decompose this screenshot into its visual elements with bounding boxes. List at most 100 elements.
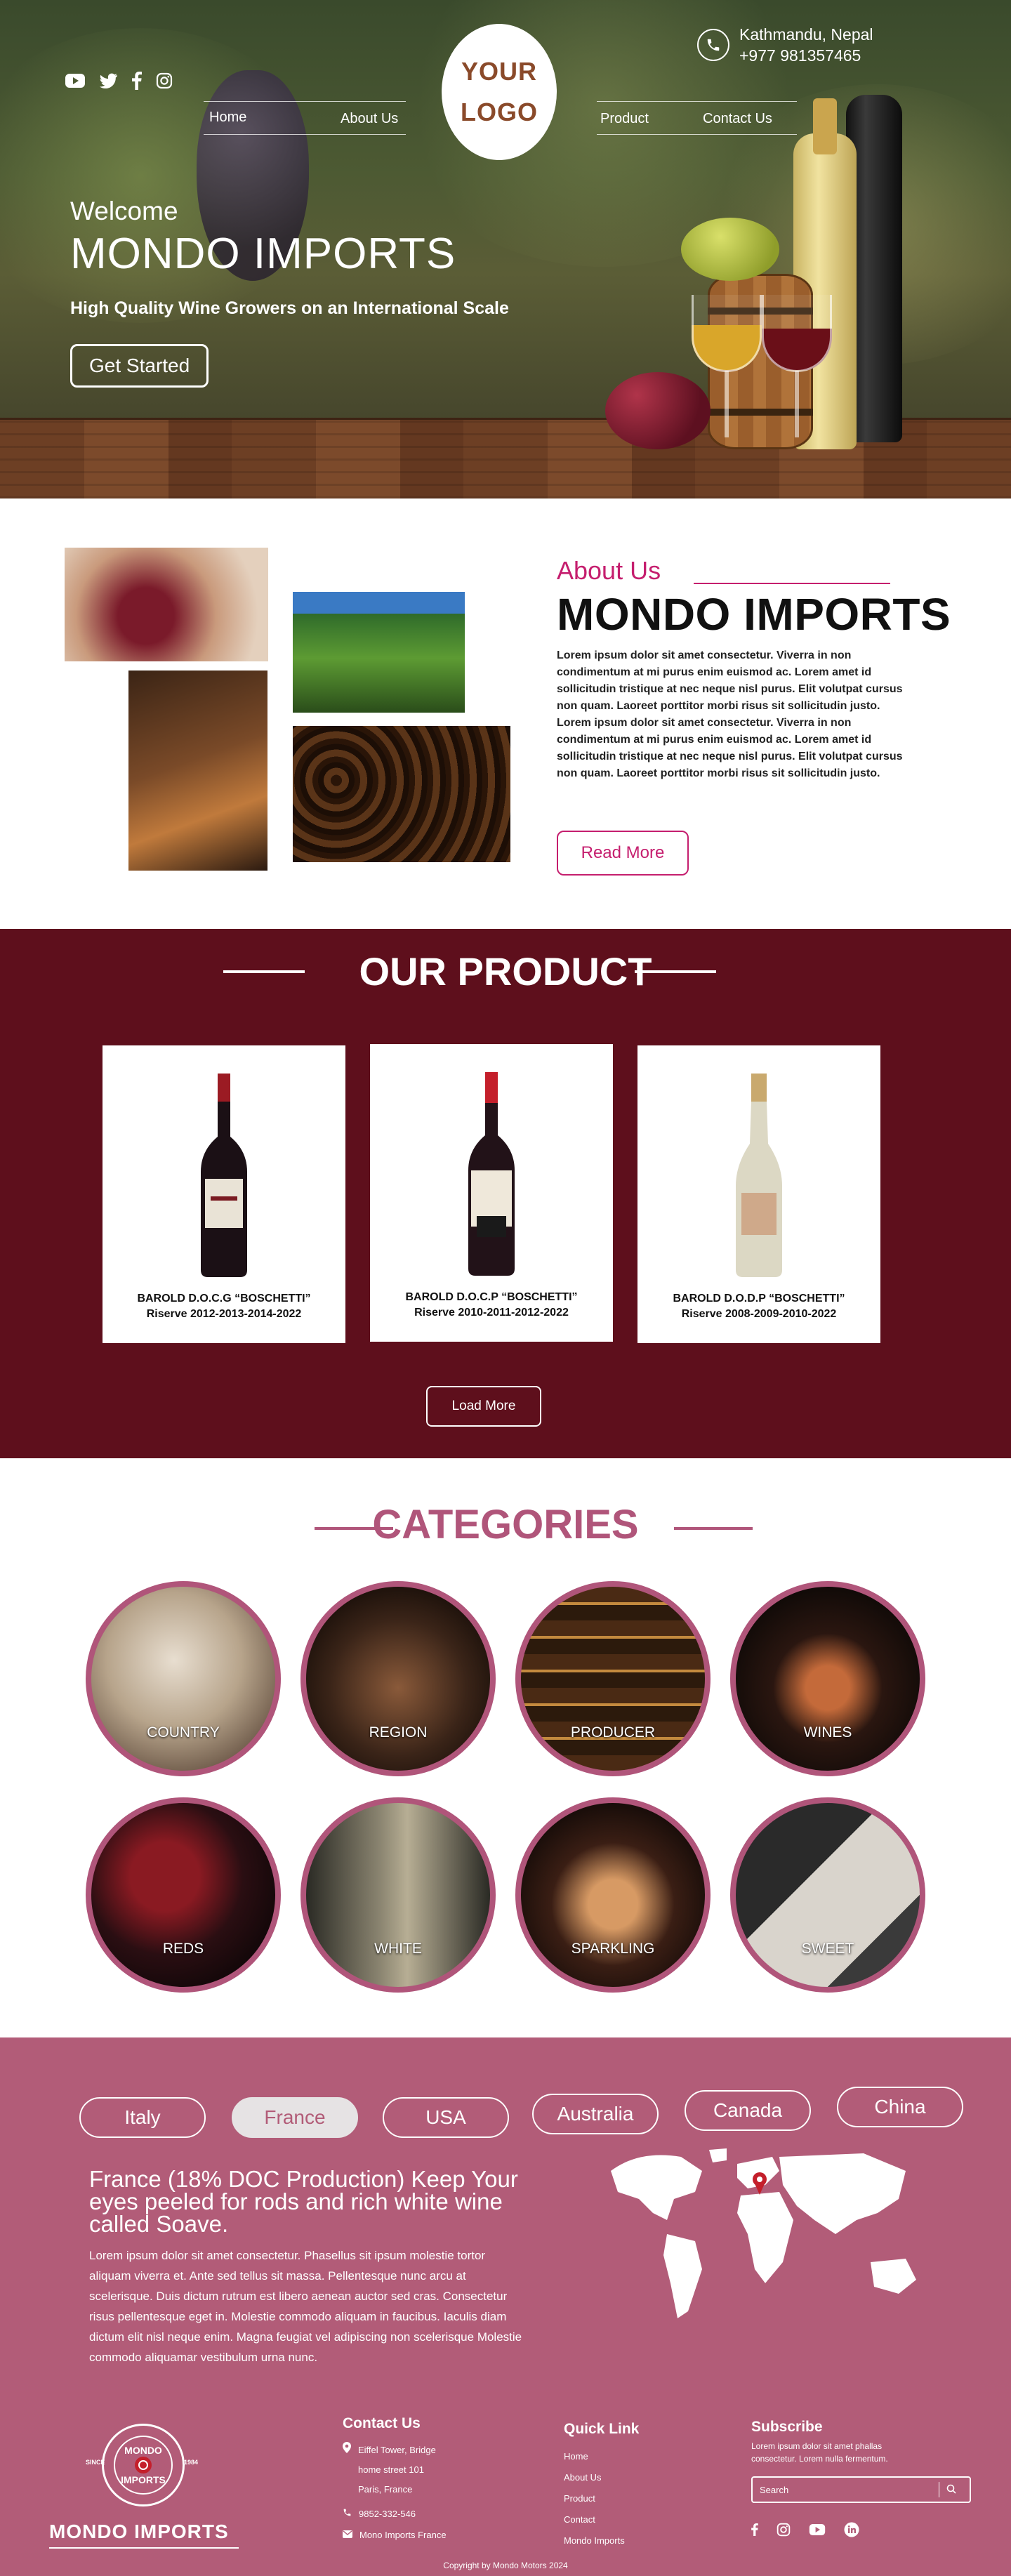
- facebook-icon[interactable]: [751, 2523, 758, 2539]
- footer-subscribe-title: Subscribe: [751, 2419, 823, 2435]
- nav-home-link[interactable]: Home: [209, 110, 246, 126]
- hero-text: Welcome MONDO IMPORTS High Quality Wine …: [70, 197, 509, 388]
- product-name: BAROLD D.O.D.P “BOSCHETTI” Riserve 2008-…: [637, 1291, 880, 1322]
- instagram-icon[interactable]: [156, 72, 173, 92]
- header-contact: Kathmandu, Nepal +977 981357465: [697, 24, 873, 66]
- about-body: Lorem ipsum dolor sit amet consectetur. …: [557, 647, 908, 782]
- twitter-icon[interactable]: [100, 73, 118, 91]
- search-icon[interactable]: [939, 2483, 963, 2497]
- footer-social-links: [751, 2522, 859, 2540]
- footer-phone[interactable]: 9852-332-546: [359, 2504, 416, 2525]
- tab-china[interactable]: China: [837, 2087, 963, 2127]
- products-section: OUR PRODUCT BAROLD D.O.C.G “BOSCHETTI” R…: [0, 929, 1011, 1458]
- white-wine-glass-image: [692, 295, 762, 372]
- subscribe-input[interactable]: [753, 2484, 939, 2495]
- location-pin-icon: [343, 2440, 351, 2499]
- footer-brand: MONDO IMPORTS: [49, 2521, 229, 2542]
- category-label: PRODUCER: [570, 1724, 656, 1741]
- category-label: WHITE: [374, 1941, 422, 1957]
- product-card[interactable]: BAROLD D.O.C.G “BOSCHETTI” Riserve 2012-…: [103, 1045, 345, 1343]
- hero-section: Home About Us Product Contact Us YOUR LO…: [0, 0, 1011, 498]
- get-started-button[interactable]: Get Started: [70, 344, 209, 388]
- nav-divider-right: [597, 101, 797, 102]
- seal-left-text: SINCE: [86, 2459, 105, 2466]
- footer-brand-rule: [49, 2547, 239, 2549]
- category-sparkling[interactable]: SPARKLING: [515, 1797, 711, 1993]
- seal-top-text: MONDO: [124, 2445, 162, 2456]
- footer-link-product[interactable]: Product: [564, 2488, 639, 2509]
- product-card[interactable]: BAROLD D.O.C.P “BOSCHETTI” Riserve 2010-…: [370, 1044, 613, 1342]
- category-wines[interactable]: WINES: [730, 1581, 925, 1776]
- read-more-button[interactable]: Read More: [557, 831, 689, 876]
- hero-tagline: High Quality Wine Growers on an Internat…: [70, 298, 509, 318]
- category-country[interactable]: COUNTRY: [86, 1581, 281, 1776]
- about-paragraph-1: Lorem ipsum dolor sit amet consectetur. …: [557, 649, 903, 712]
- product-line-1: BAROLD D.O.D.P “BOSCHETTI”: [673, 1293, 845, 1304]
- tab-usa[interactable]: USA: [383, 2097, 509, 2138]
- phone-icon: [697, 29, 729, 61]
- footer-link-about[interactable]: About Us: [564, 2467, 639, 2488]
- category-label: REGION: [369, 1724, 428, 1741]
- nav-product-link[interactable]: Product: [600, 111, 649, 127]
- tab-italy[interactable]: Italy: [79, 2097, 206, 2138]
- product-line-2: Riserve 2010-2011-2012-2022: [414, 1307, 569, 1319]
- about-photo-cellar: [293, 726, 510, 862]
- tab-australia[interactable]: Australia: [532, 2094, 659, 2134]
- copyright-text: Copyright by Mondo Motors 2024: [443, 2561, 568, 2570]
- footer-quick-title: Quick Link: [564, 2421, 640, 2437]
- address-line-3: Paris, France: [358, 2484, 413, 2495]
- logo-line-1: YOUR: [461, 57, 537, 86]
- sparkling-wine-bottle-image: [736, 1074, 782, 1277]
- seal-right-text: 1984: [184, 2459, 199, 2466]
- category-white[interactable]: WHITE: [300, 1797, 496, 1993]
- category-label: SPARKLING: [571, 1941, 655, 1957]
- category-label: SWEET: [801, 1941, 854, 1957]
- about-tag: About Us: [557, 556, 661, 585]
- category-label: WINES: [803, 1724, 852, 1741]
- footer-quick-links-column: Quick Link Home About Us Product Contact…: [564, 2421, 639, 2551]
- red-wine-bottle-image: [201, 1074, 247, 1277]
- youtube-icon[interactable]: [809, 2523, 826, 2539]
- tab-canada[interactable]: Canada: [685, 2090, 811, 2131]
- region-heading: France (18% DOC Production) Keep Your ey…: [89, 2166, 518, 2237]
- category-reds[interactable]: REDS: [86, 1797, 281, 1993]
- wine-glass-icon: [135, 2457, 152, 2473]
- nav-about-link[interactable]: About Us: [341, 111, 398, 127]
- categories-title-rule-right: [674, 1527, 753, 1530]
- footer-email[interactable]: Mono Imports France: [359, 2525, 447, 2546]
- products-title-rule-right: [635, 970, 716, 973]
- instagram-icon[interactable]: [777, 2523, 791, 2539]
- red-wine-bottle-image: [468, 1072, 515, 1276]
- load-more-button[interactable]: Load More: [426, 1386, 541, 1427]
- category-producer[interactable]: PRODUCER: [515, 1581, 711, 1776]
- address-line-2: home street 101: [358, 2464, 424, 2475]
- about-photo-platter: [128, 671, 267, 871]
- logo-line-2: LOGO: [461, 98, 538, 126]
- category-label: REDS: [162, 1941, 204, 1957]
- seal-bottom-text: IMPORTS: [121, 2474, 166, 2485]
- category-sweet[interactable]: SWEET: [730, 1797, 925, 1993]
- site-logo[interactable]: YOUR LOGO: [442, 24, 557, 160]
- facebook-icon[interactable]: [132, 72, 142, 93]
- footer-subscribe-column: Subscribe Lorem ipsum dolor sit amet pha…: [751, 2419, 976, 2465]
- product-card[interactable]: BAROLD D.O.D.P “BOSCHETTI” Riserve 2008-…: [637, 1045, 880, 1343]
- footer-link-mondo[interactable]: Mondo Imports: [564, 2530, 639, 2551]
- footer-link-contact[interactable]: Contact: [564, 2509, 639, 2530]
- subscribe-search-box: [751, 2476, 971, 2503]
- social-links: [65, 72, 173, 93]
- about-photo-toast: [65, 548, 268, 661]
- hero-welcome: Welcome: [70, 197, 178, 225]
- product-line-1: BAROLD D.O.C.G “BOSCHETTI”: [137, 1293, 311, 1304]
- red-grapes-image: [605, 372, 711, 449]
- product-line-2: Riserve 2012-2013-2014-2022: [146, 1308, 302, 1320]
- linkedin-icon[interactable]: [844, 2522, 859, 2540]
- nav-contact-link[interactable]: Contact Us: [703, 111, 772, 127]
- about-tag-rule: [694, 583, 890, 584]
- product-name: BAROLD D.O.C.P “BOSCHETTI” Riserve 2010-…: [370, 1290, 613, 1321]
- youtube-icon[interactable]: [65, 73, 86, 91]
- category-region[interactable]: REGION: [300, 1581, 496, 1776]
- location-text: Kathmandu, Nepal: [739, 25, 873, 44]
- product-line-1: BAROLD D.O.C.P “BOSCHETTI”: [405, 1291, 578, 1303]
- footer-link-home[interactable]: Home: [564, 2446, 639, 2467]
- tab-france[interactable]: France: [232, 2097, 358, 2138]
